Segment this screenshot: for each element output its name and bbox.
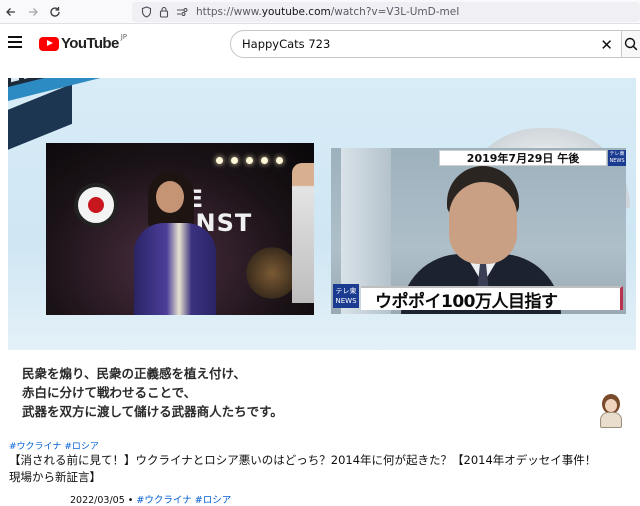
youtube-play-icon (39, 36, 59, 51)
browser-toolbar: https://www.youtube.com/watch?v=V3L-UmD-… (0, 0, 640, 24)
flag-logo-graphic (74, 183, 118, 227)
lock-icon[interactable] (156, 4, 172, 20)
youtube-header: YouTube JP HappyCats 723 ✕ (0, 24, 640, 64)
news-date-banner: 2019年7月29日 午後 (439, 150, 607, 166)
video-title: 【消される前に見て！】ウクライナとロシア悪いのはどっち？2014年に何が起きた？… (9, 453, 597, 484)
back-arrow-icon[interactable] (0, 1, 22, 23)
video-meta: 2022/03/05 • #ウクライナ #ロシア (70, 495, 232, 506)
shield-icon[interactable] (138, 4, 154, 20)
search-query-text: HappyCats 723 (242, 37, 331, 51)
news-caption: ウポポイ100万人目指す (361, 286, 623, 312)
address-bar[interactable]: https://www.youtube.com/watch?v=V3L-UmD-… (132, 2, 640, 22)
hashtag-link[interactable]: #ウクライナ (9, 442, 61, 452)
upload-date: 2022/03/05 (70, 495, 125, 506)
presenter-avatar (596, 394, 626, 428)
video-hashtags: #ウクライナ #ロシア (9, 439, 102, 452)
forward-arrow-icon[interactable] (22, 1, 44, 23)
video-player[interactable]: GEAINST 2019年7月29日 午後 テレ東NEWS ウポポイ100万人目… (8, 78, 636, 432)
youtube-logo[interactable]: YouTube JP (39, 32, 128, 52)
region-label: JP (120, 32, 128, 41)
hamburger-menu-icon[interactable] (8, 36, 22, 50)
video-subtitle-panel: 民衆を煽り、民衆の正義感を植え付け、 赤白に分けて戦わせることで、 武器を双方に… (8, 350, 636, 432)
tv-tokyo-logo-bottom: テレ東 NEWS (333, 284, 359, 308)
reload-icon[interactable] (44, 1, 66, 23)
news-photo: 2019年7月29日 午後 テレ東 NEWS ウポポイ100万人目指す テレ東 NE… (331, 148, 626, 314)
search-icon (624, 37, 638, 51)
hashtag-link[interactable]: #ロシア (64, 442, 99, 452)
search-input[interactable]: HappyCats 723 ✕ (230, 30, 622, 58)
video-background: GEAINST 2019年7月29日 午後 テレ東NEWS ウポポイ100万人目… (8, 78, 636, 350)
permissions-icon[interactable] (174, 4, 190, 20)
url-text: https://www.youtube.com/watch?v=V3L-UmD-… (196, 6, 460, 18)
meta-hashtag-link[interactable]: #ロシア (195, 495, 231, 506)
concert-photo: GEAINST (46, 143, 314, 315)
clear-search-icon[interactable]: ✕ (600, 36, 613, 54)
video-subtitle: 民衆を煽り、民衆の正義感を植え付け、 赤白に分けて戦わせることで、 武器を双方に… (22, 366, 283, 419)
tv-tokyo-logo-top: テレ東 NEWS (608, 150, 626, 166)
search-button[interactable] (622, 30, 640, 58)
performer-figure (134, 171, 216, 315)
meta-hashtag-link[interactable]: #ウクライナ (136, 495, 191, 506)
